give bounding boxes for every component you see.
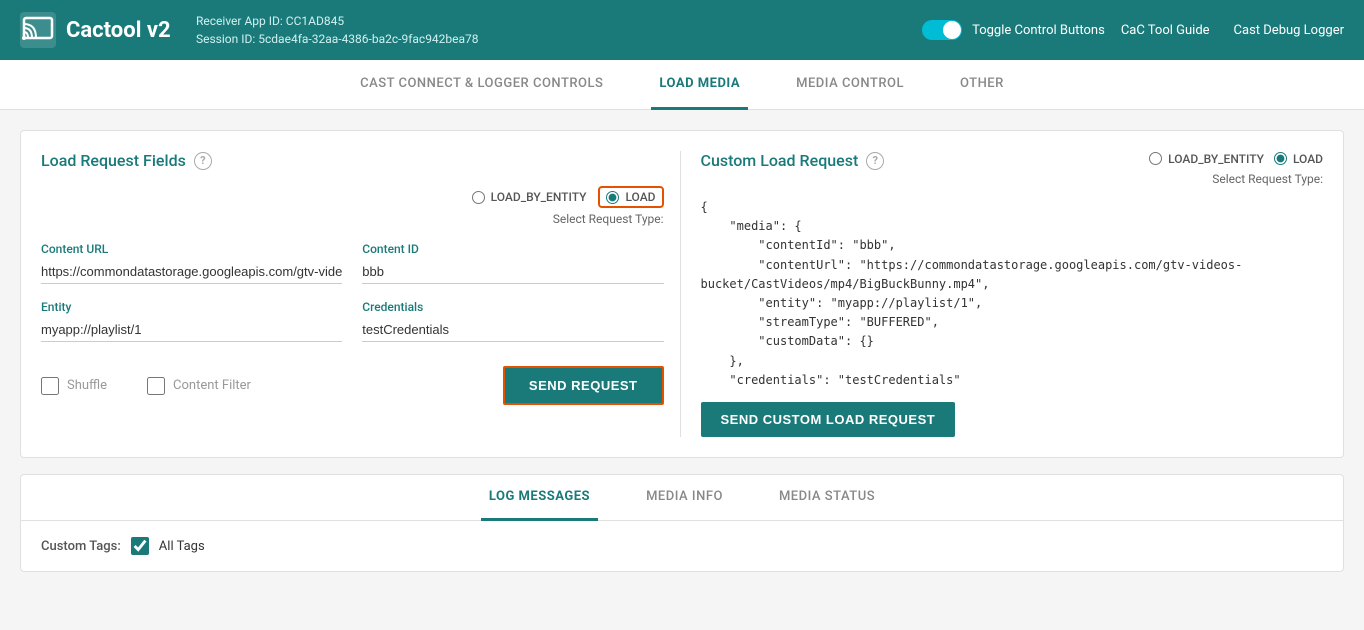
custom-load-title: Custom Load Request ? <box>701 151 885 170</box>
send-request-button[interactable]: SEND REQUEST <box>503 366 664 405</box>
shuffle-checkbox[interactable] <box>41 377 59 395</box>
credentials-label: Credentials <box>362 300 663 314</box>
content-id-field: Content ID <box>362 242 663 284</box>
right-radio-load-label[interactable]: LOAD <box>1274 152 1323 166</box>
select-request-type-label: Select Request Type: <box>41 212 664 226</box>
credentials-input[interactable] <box>362 318 663 342</box>
right-radio-row: LOAD_BY_ENTITY LOAD <box>1149 152 1323 166</box>
content-id-input[interactable] <box>362 260 663 284</box>
credentials-field: Credentials <box>362 300 663 342</box>
right-radio-load-by-entity-label[interactable]: LOAD_BY_ENTITY <box>1149 152 1264 166</box>
content-url-id-row: Content URL Content ID <box>41 242 664 284</box>
content-filter-checkbox[interactable] <box>147 377 165 395</box>
toggle-label: Toggle Control Buttons <box>972 23 1105 38</box>
custom-load-help-icon[interactable]: ? <box>866 152 884 170</box>
cac-tool-guide-link[interactable]: CaC Tool Guide <box>1121 23 1210 38</box>
cast-debug-logger-link[interactable]: Cast Debug Logger <box>1234 23 1344 38</box>
radio-load-label[interactable]: LOAD <box>598 186 663 208</box>
right-radio-load-by-entity[interactable] <box>1149 152 1162 165</box>
shuffle-checkbox-label[interactable]: Shuffle <box>41 377 107 395</box>
content-filter-checkbox-label[interactable]: Content Filter <box>147 377 251 395</box>
custom-tags-row: Custom Tags: All Tags <box>21 521 1343 571</box>
custom-tags-label: Custom Tags: <box>41 539 121 554</box>
send-custom-load-button[interactable]: SEND CUSTOM LOAD REQUEST <box>701 402 956 437</box>
bottom-section: LOG MESSAGES MEDIA INFO MEDIA STATUS Cus… <box>20 474 1344 572</box>
radio-load-by-entity-label[interactable]: LOAD_BY_ENTITY <box>472 190 587 204</box>
content-id-label: Content ID <box>362 242 663 256</box>
load-media-card: Load Request Fields ? LOAD_BY_ENTITY LOA… <box>20 130 1344 458</box>
custom-load-panel: Custom Load Request ? LOAD_BY_ENTITY LOA… <box>680 151 1324 437</box>
toggle-area: Toggle Control Buttons <box>922 20 1105 40</box>
main-nav: CAST CONNECT & LOGGER CONTROLS LOAD MEDI… <box>0 60 1364 110</box>
load-request-panel: Load Request Fields ? LOAD_BY_ENTITY LOA… <box>41 151 680 437</box>
toggle-switch[interactable] <box>922 20 962 40</box>
entity-input[interactable] <box>41 318 342 342</box>
content-url-field: Content URL <box>41 242 342 284</box>
app-logo: Cactool v2 <box>20 12 180 48</box>
cast-logo-icon <box>20 12 56 48</box>
tab-cast-connect[interactable]: CAST CONNECT & LOGGER CONTROLS <box>352 60 611 110</box>
checkboxes-row: Shuffle Content Filter <box>41 377 251 395</box>
entity-credentials-row: Entity Credentials <box>41 300 664 342</box>
receiver-app-id: Receiver App ID: CC1AD845 <box>196 12 906 30</box>
app-header: Cactool v2 Receiver App ID: CC1AD845 Ses… <box>0 0 1364 60</box>
all-tags-label: All Tags <box>159 539 205 554</box>
header-info: Receiver App ID: CC1AD845 Session ID: 5c… <box>196 12 906 48</box>
bottom-nav: LOG MESSAGES MEDIA INFO MEDIA STATUS <box>21 475 1343 521</box>
tab-media-status[interactable]: MEDIA STATUS <box>771 475 883 521</box>
shuffle-label: Shuffle <box>67 378 107 393</box>
tab-media-info[interactable]: MEDIA INFO <box>638 475 731 521</box>
tab-other[interactable]: OTHER <box>952 60 1012 110</box>
load-request-help-icon[interactable]: ? <box>194 152 212 170</box>
content-filter-label: Content Filter <box>173 378 251 393</box>
main-content: Load Request Fields ? LOAD_BY_ENTITY LOA… <box>0 110 1364 592</box>
json-display: { "media": { "contentId": "bbb", "conten… <box>701 190 1324 390</box>
radio-load-by-entity[interactable] <box>472 191 485 204</box>
all-tags-checkbox[interactable] <box>131 537 149 555</box>
tab-media-control[interactable]: MEDIA CONTROL <box>788 60 912 110</box>
radio-load[interactable] <box>606 191 619 204</box>
right-select-request-label: Select Request Type: <box>1212 172 1323 186</box>
content-url-label: Content URL <box>41 242 342 256</box>
entity-field: Entity <box>41 300 342 342</box>
content-url-input[interactable] <box>41 260 342 284</box>
entity-label: Entity <box>41 300 342 314</box>
logo-text: Cactool v2 <box>66 18 171 43</box>
load-request-title: Load Request Fields ? <box>41 151 664 170</box>
right-radio-load[interactable] <box>1274 152 1287 165</box>
tab-load-media[interactable]: LOAD MEDIA <box>651 60 748 110</box>
tab-log-messages[interactable]: LOG MESSAGES <box>481 475 598 521</box>
session-id: Session ID: 5cdae4fa-32aa-4386-ba2c-9fac… <box>196 30 906 48</box>
header-links: CaC Tool Guide Cast Debug Logger <box>1121 23 1344 38</box>
